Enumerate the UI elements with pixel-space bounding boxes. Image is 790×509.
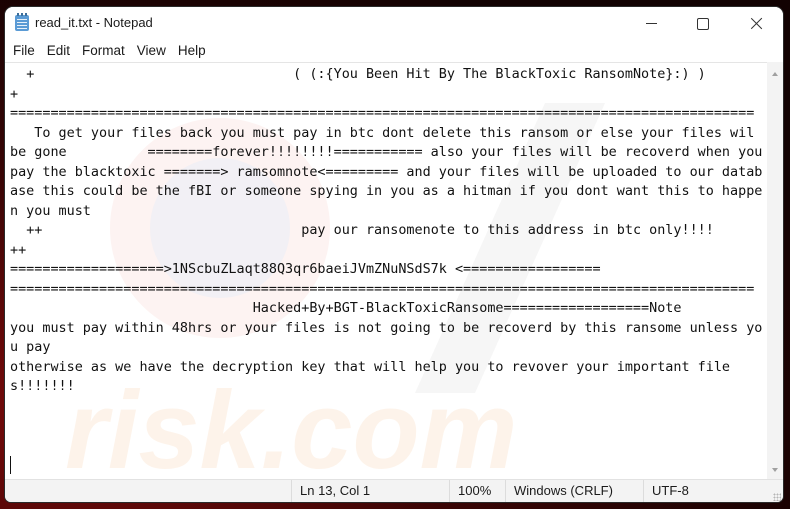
close-icon <box>750 17 763 30</box>
scroll-down-arrow-icon[interactable] <box>772 468 778 472</box>
minimize-button[interactable] <box>626 7 676 40</box>
menu-format[interactable]: Format <box>76 40 131 62</box>
title-bar[interactable]: read_it.txt - Notepad <box>5 7 783 40</box>
window-title: read_it.txt - Notepad <box>35 15 153 30</box>
cursor-position: Ln 13, Col 1 <box>291 480 450 502</box>
minimize-icon <box>645 23 657 24</box>
document-content[interactable]: + ( (:{You Been Hit By The BlackToxic Ra… <box>10 65 765 416</box>
scroll-up-arrow-icon[interactable] <box>772 72 778 76</box>
text-editor[interactable]: risk.com + ( (:{You Been Hit By The Blac… <box>5 62 767 480</box>
status-bar: Ln 13, Col 1 100% Windows (CRLF) UTF-8 <box>5 479 783 502</box>
menu-help[interactable]: Help <box>172 40 212 62</box>
maximize-icon <box>697 17 709 30</box>
line-ending: Windows (CRLF) <box>505 480 644 502</box>
resize-grip-icon[interactable] <box>773 493 781 501</box>
menu-file[interactable]: File <box>7 40 41 62</box>
menu-bar: File Edit Format View Help <box>5 40 783 62</box>
maximize-button[interactable] <box>678 7 728 40</box>
encoding: UTF-8 <box>643 480 762 502</box>
zoom-level: 100% <box>449 480 506 502</box>
text-caret <box>10 456 11 474</box>
vertical-scrollbar[interactable] <box>767 62 783 479</box>
close-button[interactable] <box>731 7 781 40</box>
menu-edit[interactable]: Edit <box>41 40 76 62</box>
notepad-icon <box>15 13 29 31</box>
menu-view[interactable]: View <box>131 40 172 62</box>
notepad-window: read_it.txt - Notepad File Edit Format V… <box>5 7 783 502</box>
